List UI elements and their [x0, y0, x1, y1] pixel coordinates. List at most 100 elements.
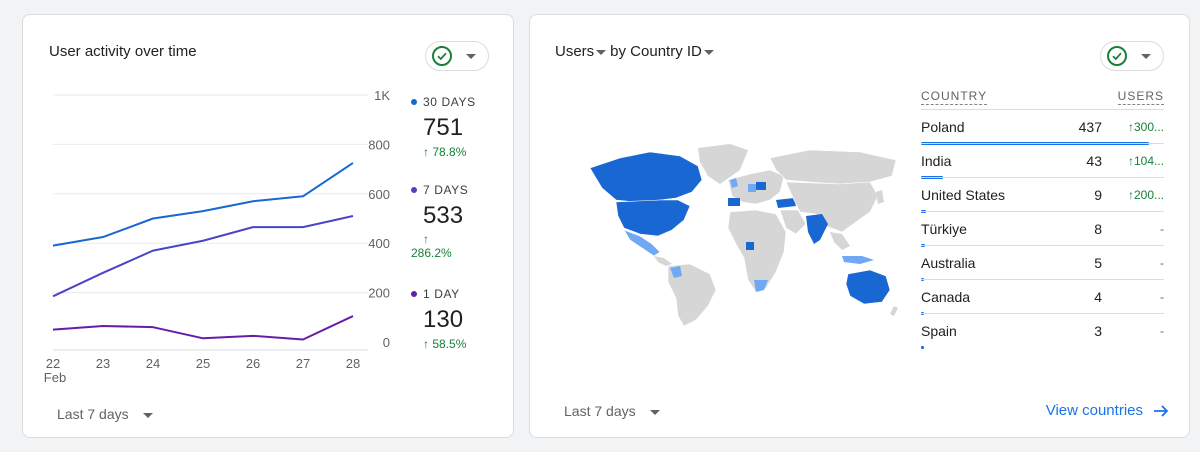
x-tick-label: 24: [146, 356, 160, 371]
series-line: [52, 162, 354, 247]
y-tick-label: 400: [368, 236, 390, 251]
date-range-dropdown[interactable]: Last 7 days: [57, 406, 157, 422]
arrow-right-icon: [1154, 404, 1169, 417]
legend-value: 751: [423, 114, 464, 141]
y-tick-label: 800: [368, 137, 390, 152]
country-name: Türkiye: [921, 221, 967, 237]
x-tick-label: 27: [296, 356, 310, 371]
table-row[interactable]: United States 9 ↑200...: [921, 177, 1164, 213]
legend-dot: [411, 187, 417, 193]
map-region-africa: [727, 209, 787, 293]
users-value: 9: [1094, 187, 1102, 203]
insights-toggle-button[interactable]: [1100, 41, 1164, 71]
share-bar: [921, 346, 924, 349]
legend-label: 1 DAY: [423, 287, 460, 301]
map-region-russia: [769, 149, 897, 185]
date-range-dropdown[interactable]: Last 7 days: [564, 403, 664, 419]
users-value: 4: [1094, 289, 1102, 305]
map-region-canada: [589, 151, 703, 203]
view-countries-link[interactable]: View countries: [1046, 402, 1169, 419]
x-tick-label: 28: [346, 356, 360, 371]
dimension-label: by Country ID: [610, 43, 702, 60]
table-row[interactable]: Canada 4 -: [921, 279, 1164, 315]
x-tick-label: 23: [96, 356, 110, 371]
users-value: 43: [1086, 153, 1102, 169]
table-row[interactable]: Australia 5 -: [921, 245, 1164, 281]
table-body: Poland 437 ↑300... India 43 ↑104... United Sta…: [921, 109, 1164, 349]
metric-selector[interactable]: Users: [555, 43, 610, 60]
x-tick-label: 26: [246, 356, 260, 371]
date-range-label: Last 7 days: [57, 406, 129, 422]
y-tick-label: 200: [368, 286, 390, 301]
table-row[interactable]: Poland 437 ↑300...: [921, 109, 1164, 145]
y-tick-label: 0: [383, 335, 390, 350]
map-region-indonesia: [842, 256, 874, 264]
map-region-germany: [748, 184, 756, 192]
users-value: 437: [1078, 119, 1102, 135]
legend-1-day: 1 DAY 130 ↑ 58.5%: [411, 287, 466, 351]
map-region-spain: [728, 198, 740, 206]
legend-label: 30 DAYS: [423, 95, 476, 109]
dimension-selector[interactable]: by Country ID: [610, 43, 718, 60]
world-map[interactable]: [580, 140, 900, 330]
users-change: ↑200...: [1127, 188, 1164, 202]
check-circle-icon: [1107, 46, 1127, 66]
series-line: [52, 315, 354, 341]
legend-dot: [411, 291, 417, 297]
map-regions: [589, 144, 898, 327]
user-activity-card: User activity over time 0 200 400 600 800 1K 2…: [22, 14, 514, 438]
legend-30-days: 30 DAYS 751 ↑ 78.8%: [411, 95, 476, 159]
column-header-users[interactable]: USERS: [1117, 89, 1164, 105]
country-name: Spain: [921, 323, 957, 339]
chevron-down-icon: [596, 49, 607, 55]
map-region-united-states: [615, 199, 691, 237]
date-range-label: Last 7 days: [564, 403, 636, 419]
chevron-down-icon: [703, 49, 714, 55]
country-name: Australia: [921, 255, 976, 271]
country-name: United States: [921, 187, 1006, 203]
legend-change: ↑ 78.8%: [423, 145, 467, 159]
legend-value: 130: [423, 306, 464, 333]
map-region-nigeria: [746, 242, 754, 250]
y-tick-label: 600: [368, 187, 390, 202]
y-tick-label: 1K: [374, 88, 390, 103]
map-region-new-zealand: [890, 306, 898, 316]
table-row[interactable]: Spain 3 -: [921, 313, 1164, 349]
legend-label: 7 DAYS: [423, 183, 469, 197]
country-name: Poland: [921, 119, 965, 135]
legend-value: 533: [423, 202, 464, 229]
series-line: [52, 215, 354, 298]
chevron-down-icon: [142, 412, 153, 418]
legend-change-arrow: ↑: [423, 232, 429, 246]
column-header-country[interactable]: COUNTRY: [921, 89, 988, 105]
table-row[interactable]: India 43 ↑104...: [921, 143, 1164, 179]
metric-label: Users: [555, 43, 595, 60]
map-region-central-america: [654, 256, 672, 266]
x-month-label: Feb: [44, 370, 66, 385]
country-name: Canada: [921, 289, 971, 305]
legend-dot: [411, 99, 417, 105]
users-change: -: [1160, 222, 1164, 236]
users-change: ↑104...: [1127, 154, 1164, 168]
map-region-turkiye: [776, 198, 796, 208]
table-header: COUNTRY USERS: [921, 89, 1164, 109]
users-value: 3: [1094, 323, 1102, 339]
users-change: -: [1160, 290, 1164, 304]
map-region-poland: [756, 182, 766, 190]
view-countries-label: View countries: [1045, 402, 1143, 419]
country-table: COUNTRY USERS Poland 437 ↑300... India 43 ↑10…: [921, 89, 1164, 349]
users-change: ↑300...: [1127, 120, 1164, 134]
users-value: 8: [1094, 221, 1102, 237]
legend-change: 286.2%: [411, 246, 452, 260]
users-change: -: [1160, 256, 1164, 270]
users-change: -: [1160, 324, 1164, 338]
legend-change: ↑ 58.5%: [423, 337, 467, 351]
map-region-japan: [876, 190, 884, 204]
map-region-australia: [845, 269, 891, 305]
legend-7-days: 7 DAYS 533 ↑ 286.2%: [411, 183, 468, 260]
table-row[interactable]: Türkiye 8 -: [921, 211, 1164, 247]
map-region-southeast-asia: [830, 232, 850, 250]
users-by-country-card: Users by Country ID COUNTRY USERS Poland…: [529, 14, 1190, 438]
x-tick-label: 25: [196, 356, 210, 371]
card-title: Users by Country ID: [555, 43, 718, 60]
